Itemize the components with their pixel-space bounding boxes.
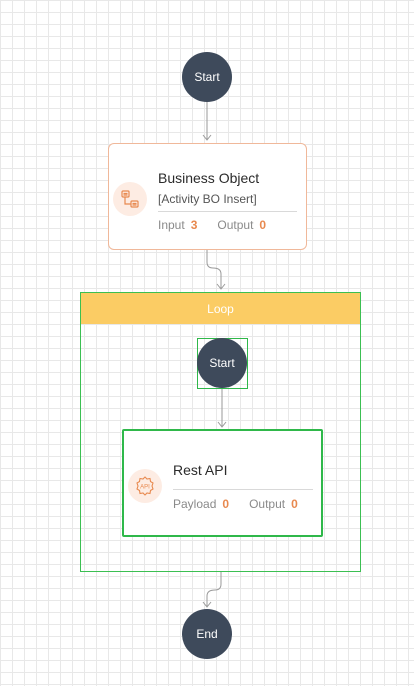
api-icon: API (128, 469, 162, 503)
payload-count: 0 (222, 497, 230, 511)
business-object-title: Business Object (158, 170, 260, 186)
rest-api-card[interactable]: API Rest API Payload 0 Output 0 (122, 429, 323, 537)
start-node-label: Start (194, 70, 220, 84)
input-count: 3 (190, 218, 198, 232)
end-node-label: End (196, 627, 218, 641)
output-count: 0 (259, 218, 267, 232)
rest-api-title: Rest API (173, 462, 228, 478)
rest-output-label: Output (249, 497, 286, 511)
loop-label: Loop (207, 301, 234, 316)
business-object-divider (158, 211, 297, 212)
rest-output-count: 0 (291, 497, 298, 511)
business-object-icon (113, 182, 147, 216)
start-node[interactable]: Start (182, 52, 232, 102)
output-label: Output (217, 218, 254, 232)
business-object-card[interactable]: Business Object [Activity BO Insert] Inp… (108, 143, 307, 250)
connector-bo-to-loop (206, 250, 222, 288)
loop-start-label: Start (209, 356, 235, 370)
connector-loop-to-end (206, 572, 222, 606)
rest-api-metrics: Payload 0 Output 0 (173, 497, 312, 511)
business-object-subtitle: [Activity BO Insert] (158, 192, 257, 206)
api-icon-text: API (140, 485, 150, 491)
payload-label: Payload (173, 497, 217, 511)
rest-api-divider (173, 489, 313, 490)
input-label: Input (158, 218, 185, 232)
business-object-metrics: Input 3 Output 0 (158, 218, 280, 232)
end-node[interactable]: End (182, 609, 232, 659)
loop-start-node[interactable]: Start (197, 338, 247, 388)
loop-header[interactable]: Loop (81, 293, 360, 324)
